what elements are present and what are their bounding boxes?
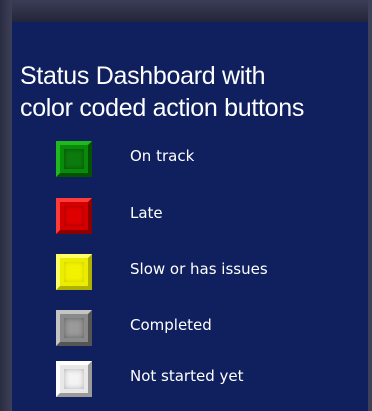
window-top-border <box>0 0 372 22</box>
status-dashboard-panel: Status Dashboard with color coded action… <box>12 22 368 411</box>
red-button-icon[interactable] <box>56 198 92 234</box>
status-legend: On track Late Slow or has issues Complet… <box>12 22 368 411</box>
legend-label-late: Late <box>130 204 163 222</box>
legend-label-completed: Completed <box>130 316 212 334</box>
gray-button-icon[interactable] <box>56 310 92 346</box>
legend-item-on-track: On track <box>56 141 356 185</box>
legend-label-not-started: Not started yet <box>130 367 244 385</box>
legend-label-slow: Slow or has issues <box>130 260 268 278</box>
window-left-border <box>0 0 12 411</box>
green-button-icon[interactable] <box>56 141 92 177</box>
legend-item-completed: Completed <box>56 310 356 354</box>
legend-label-on-track: On track <box>130 147 195 165</box>
white-button-icon[interactable] <box>56 361 92 397</box>
window-right-border <box>368 0 372 411</box>
legend-item-late: Late <box>56 198 356 242</box>
yellow-button-icon[interactable] <box>56 254 92 290</box>
legend-item-slow: Slow or has issues <box>56 254 356 298</box>
legend-item-not-started: Not started yet <box>56 361 356 405</box>
